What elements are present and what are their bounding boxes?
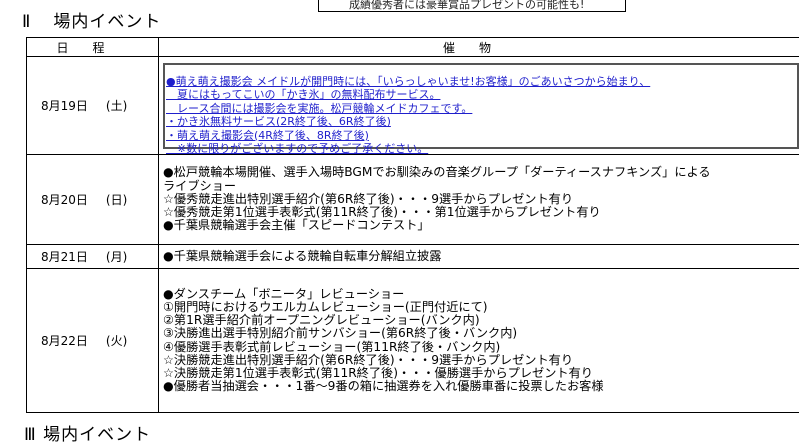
row-date: 8月22日 <box>41 334 88 348</box>
section-number: Ⅱ <box>22 12 31 32</box>
row-content-cell: ●松戸競輪本場開催、選手入場時BGMでお馴染みの音楽グループ「ダーティースナフキ… <box>159 155 799 245</box>
event-link-line[interactable]: 夏にはもってこいの「かき氷」の無料配布サービス。 <box>166 88 797 102</box>
table-row: 8月20日 (日) ●松戸競輪本場開催、選手入場時BGMでお馴染みの音楽グループ「… <box>27 155 799 245</box>
event-line: ☆決勝競走進出特別選手紹介(第6R終了後)・・・9選手からプレゼント有り <box>163 354 799 367</box>
table-header-row: 日程 催物 <box>27 38 799 57</box>
row-date-cell: 8月19日 (土) <box>27 57 159 155</box>
event-link-line[interactable]: ・かき氷無料サービス(2R終了後、6R終了後) <box>166 115 797 129</box>
event-line: ●ダンスチーム「ボニータ」レビューショー <box>163 288 799 301</box>
row-content-cell: ●ダンスチーム「ボニータ」レビューショー ①開門時におけるウエルカムレビューショ… <box>159 269 799 413</box>
table-row: 8月22日 (火) ●ダンスチーム「ボニータ」レビューショー ①開門時におけるウエ… <box>27 269 799 413</box>
row-content-cell: ●萌え萌え撮影会 メイドルが開門時には、「いらっしゃいませ!お客様」のごあいさつ… <box>159 57 799 155</box>
event-link-box[interactable]: ●萌え萌え撮影会 メイドルが開門時には、「いらっしゃいませ!お客様」のごあいさつ… <box>163 63 799 149</box>
previous-table-fragment: 成績優秀者には豪華賞品プレゼントの可能性も! <box>318 0 626 12</box>
table-row: 8月19日 (土) ●萌え萌え撮影会 メイドルが開門時には、「いらっしゃいませ!お… <box>27 57 799 155</box>
previous-row-text: 成績優秀者には豪華賞品プレゼントの可能性も! <box>349 0 584 11</box>
event-link-line[interactable]: レース合間には撮影会を実施。松戸競輪メイドカフェです。 <box>166 102 797 116</box>
event-link-line[interactable]: ・萌え萌え撮影会(4R終了後、8R終了後) <box>166 129 797 143</box>
section-heading: Ⅱ 場内イベント <box>22 11 161 33</box>
row-date-cell: 8月22日 (火) <box>27 269 159 413</box>
row-weekday: (月) <box>106 250 127 264</box>
event-line: ③決勝進出選手特別紹介前サンバショー(第6R終了後・バンク内) <box>163 327 799 340</box>
row-date: 8月20日 <box>41 193 88 207</box>
next-section-heading: Ⅲ 場内イベント <box>24 424 151 446</box>
event-line: ④優勝選手表彰式前レビューショー(第11R終了後・バンク内) <box>163 341 799 354</box>
table-row: 8月21日 (月) ●千葉県競輪選手会による競輪自転車分解組立披露 <box>27 245 799 269</box>
section-title: 場内イベント <box>53 12 161 32</box>
row-date: 8月21日 <box>41 250 88 264</box>
header-content: 催物 <box>159 38 799 57</box>
next-section-title: 場内イベント <box>43 425 151 445</box>
header-date: 日程 <box>27 38 159 57</box>
row-date-cell: 8月21日 (月) <box>27 245 159 269</box>
event-line: ●千葉県競輪選手会による競輪自転車分解組立披露 <box>163 250 799 263</box>
next-section-number: Ⅲ <box>24 425 37 445</box>
row-weekday: (土) <box>106 99 127 113</box>
row-content-cell: ●千葉県競輪選手会による競輪自転車分解組立披露 <box>159 245 799 269</box>
event-link-line[interactable]: ※数に限りがございますので予めご了承ください。 <box>166 142 797 154</box>
row-weekday: (火) <box>106 334 127 348</box>
row-date: 8月19日 <box>41 99 88 113</box>
event-link-line[interactable]: ●萌え萌え撮影会 メイドルが開門時には、「いらっしゃいませ!お客様」のごあいさつ… <box>166 75 797 89</box>
events-table: 日程 催物 8月19日 (土) ●萌え萌え撮影会 メイドルが開門時には、「いらっし… <box>26 37 799 413</box>
event-line: ライブショー <box>163 180 799 193</box>
event-line: ●優勝者当抽選会・・・1番〜9番の箱に抽選券を入れ優勝車番に投票したお客様 <box>163 380 799 393</box>
event-line: ●千葉県競輪選手会主催「スピードコンテスト」 <box>163 219 799 232</box>
row-weekday: (日) <box>106 193 127 207</box>
event-line: ●松戸競輪本場開催、選手入場時BGMでお馴染みの音楽グループ「ダーティースナフキ… <box>163 166 799 179</box>
row-date-cell: 8月20日 (日) <box>27 155 159 245</box>
